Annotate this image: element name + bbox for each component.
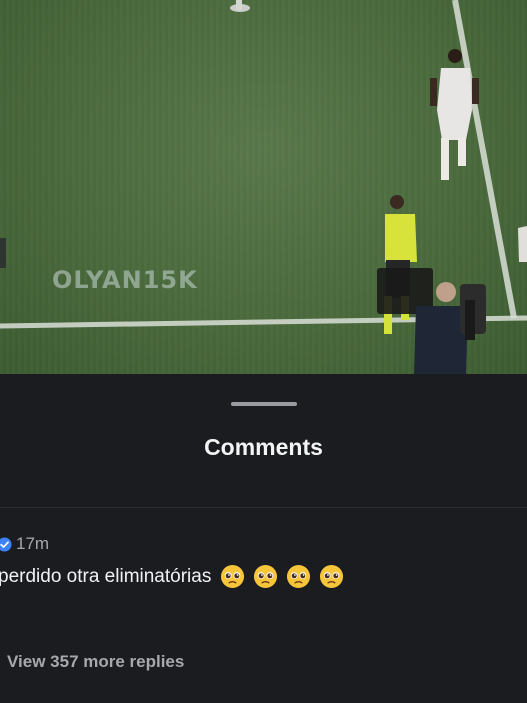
verified-badge-icon [0,536,12,552]
app-screen: OLYAN15K Comments 17m perdido otra elimi… [0,0,527,703]
pleading-face-icon [286,564,311,589]
emoji-row [220,564,344,589]
comment-timestamp: 17m [16,534,50,553]
pleading-face-icon [253,564,278,589]
comment-meta: 17m [0,534,49,554]
video-watermark: OLYAN15K [52,266,198,294]
video-player[interactable]: OLYAN15K [0,0,527,374]
pleading-face-icon [220,564,245,589]
view-more-replies-button[interactable]: View 357 more replies [7,652,184,672]
video-frame [0,0,527,374]
sheet-divider [0,507,527,508]
sheet-drag-handle[interactable] [231,402,297,406]
pleading-face-icon [319,564,344,589]
comment-text: perdido otra eliminatórias [0,565,212,587]
comments-sheet: Comments 17m perdido otra eliminatórias [0,374,527,703]
sheet-title: Comments [204,434,323,460]
comment-body: perdido otra eliminatórias [0,564,344,589]
